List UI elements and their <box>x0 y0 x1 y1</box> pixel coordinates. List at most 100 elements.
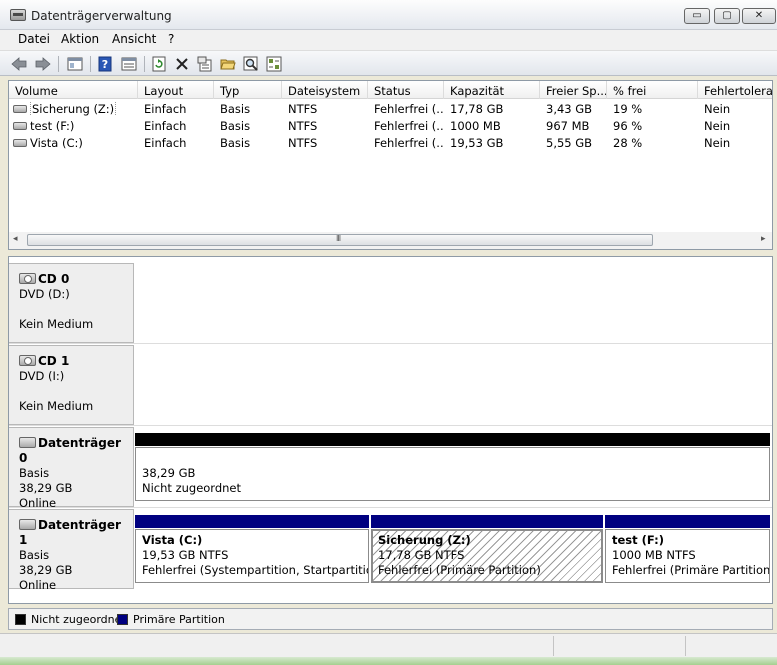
partition-test[interactable]: test (F:) 1000 MB NTFS Fehlerfrei (Primä… <box>605 509 770 589</box>
cell-layout: Einfach <box>144 136 187 150</box>
partition-size: 17,78 GB NTFS <box>378 548 465 562</box>
cell-typ: Basis <box>220 136 251 150</box>
table-row[interactable]: Sicherung (Z:) Einfach Basis NTFS Fehler… <box>9 101 772 118</box>
disk-cd0[interactable]: CD 0 DVD (D:) Kein Medium <box>9 263 772 343</box>
cell-fehlertoleranz: Nein <box>704 102 731 116</box>
refresh-icon[interactable] <box>150 55 168 73</box>
cell-prozent-frei: 96 % <box>613 119 643 133</box>
scroll-right-icon[interactable]: ▸ <box>761 234 766 244</box>
disk-cd1[interactable]: CD 1 DVD (I:) Kein Medium <box>9 345 772 425</box>
partition-body: 38,29 GB Nicht zugeordnet <box>135 447 770 501</box>
partition-body: test (F:) 1000 MB NTFS Fehlerfrei (Primä… <box>605 529 770 583</box>
cell-fehlertoleranz: Nein <box>704 136 731 150</box>
scroll-left-icon[interactable]: ◂ <box>13 234 18 244</box>
column-layout[interactable]: Layout <box>138 81 214 99</box>
disk-label[interactable]: CD 1 DVD (I:) Kein Medium <box>9 345 134 425</box>
console-tree-icon[interactable] <box>66 55 84 73</box>
menu-aktion[interactable]: Aktion <box>61 32 99 46</box>
help-icon[interactable]: ? <box>96 55 114 73</box>
partition-sicherung[interactable]: Sicherung (Z:) 17,78 GB NTFS Fehlerfrei … <box>371 509 603 589</box>
disk-1[interactable]: Datenträger 1 Basis 38,29 GB Online Vist… <box>9 509 772 592</box>
menu-datei[interactable]: Datei <box>18 32 50 46</box>
delete-icon[interactable] <box>173 55 191 73</box>
column-typ[interactable]: Typ <box>214 81 282 99</box>
cell-fehlertoleranz: Nein <box>704 119 731 133</box>
properties-icon[interactable] <box>196 55 214 73</box>
column-prozent-frei[interactable]: % frei <box>607 81 698 99</box>
cell-volume: Sicherung (Z:) <box>30 102 117 116</box>
cell-layout: Einfach <box>144 119 187 133</box>
cd-drive-icon <box>19 273 36 284</box>
cell-dateisystem: NTFS <box>288 136 318 150</box>
horizontal-scrollbar[interactable]: ◂ III ▸ <box>9 232 772 249</box>
column-volume[interactable]: Volume <box>9 81 138 99</box>
cell-kapazitaet: 1000 MB <box>450 119 501 133</box>
menu-help[interactable]: ? <box>168 32 174 46</box>
column-status[interactable]: Status <box>368 81 444 99</box>
partition-status: Fehlerfrei (Primäre Partition) <box>612 563 770 577</box>
partition-title <box>142 451 769 466</box>
volume-list: Volume Layout Typ Dateisystem Status Kap… <box>8 80 773 250</box>
volume-list-header: Volume Layout Typ Dateisystem Status Kap… <box>9 81 772 99</box>
disk-size: 38,29 GB <box>19 481 73 495</box>
disk-label[interactable]: Datenträger 0 Basis 38,29 GB Online <box>9 427 134 510</box>
forward-arrow-icon[interactable] <box>34 55 52 73</box>
cell-typ: Basis <box>220 102 251 116</box>
cell-freier-speicher: 3,43 GB <box>546 102 593 116</box>
disk-size <box>19 302 133 317</box>
partition-vista[interactable]: Vista (C:) 19,53 GB NTFS Fehlerfrei (Sys… <box>135 509 369 589</box>
cell-volume: Vista (C:) <box>30 136 83 150</box>
disk-size <box>19 384 133 399</box>
cell-typ: Basis <box>220 119 251 133</box>
disk-type: DVD (D:) <box>19 287 70 301</box>
disk-status: Kein Medium <box>19 317 94 331</box>
partition-title: test (F:) <box>612 533 664 547</box>
search-icon[interactable] <box>242 55 260 73</box>
open-folder-icon[interactable] <box>219 55 237 73</box>
disk-name: CD 0 <box>38 272 70 286</box>
partition-unallocated[interactable]: 38,29 GB Nicht zugeordnet <box>135 427 770 507</box>
cell-status: Fehlerfrei (... <box>374 102 444 116</box>
cell-freier-speicher: 967 MB <box>546 119 590 133</box>
cell-kapazitaet: 17,78 GB <box>450 102 504 116</box>
partition-bar <box>371 515 603 528</box>
disk-area[interactable] <box>135 263 772 343</box>
close-button[interactable]: ✕ <box>742 8 776 24</box>
back-arrow-icon[interactable] <box>10 55 28 73</box>
partition-bar <box>605 515 770 528</box>
cell-prozent-frei: 19 % <box>613 102 643 116</box>
column-fehlertoleranz[interactable]: Fehlertoleranz <box>698 81 772 99</box>
disk-area: 38,29 GB Nicht zugeordnet <box>135 427 772 507</box>
partition-status: Nicht zugeordnet <box>142 481 242 495</box>
disk-0[interactable]: Datenträger 0 Basis 38,29 GB Online 38,2… <box>9 427 772 510</box>
column-kapazitaet[interactable]: Kapazität <box>444 81 540 99</box>
disk-label[interactable]: CD 0 DVD (D:) Kein Medium <box>9 263 134 343</box>
cell-dateisystem: NTFS <box>288 119 318 133</box>
drive-icon <box>13 139 27 147</box>
scrollbar-thumb[interactable]: III <box>27 234 653 246</box>
hard-disk-icon <box>19 437 36 448</box>
table-row[interactable]: Vista (C:) Einfach Basis NTFS Fehlerfrei… <box>9 135 772 152</box>
disk-area[interactable] <box>135 345 772 425</box>
disk-area: Vista (C:) 19,53 GB NTFS Fehlerfrei (Sys… <box>135 509 772 589</box>
disk-label[interactable]: Datenträger 1 Basis 38,29 GB Online <box>9 509 134 592</box>
properties-view-icon[interactable] <box>120 55 138 73</box>
legend: Nicht zugeordnet Primäre Partition <box>8 608 773 630</box>
disk-type: Basis <box>19 466 50 480</box>
partition-title: Sicherung (Z:) <box>378 533 471 547</box>
partition-bar <box>135 515 369 528</box>
legend-swatch-primary <box>117 614 128 625</box>
menu-ansicht[interactable]: Ansicht <box>112 32 156 46</box>
minimize-button[interactable]: ▭ <box>684 8 710 24</box>
partition-status: Fehlerfrei (Primäre Partition) <box>378 563 541 577</box>
hard-disk-icon <box>19 519 36 530</box>
maximize-button[interactable]: ▢ <box>714 8 740 24</box>
disk-size: 38,29 GB <box>19 563 73 577</box>
cell-kapazitaet: 19,53 GB <box>450 136 504 150</box>
table-row[interactable]: test (F:) Einfach Basis NTFS Fehlerfrei … <box>9 118 772 135</box>
column-freier-speicher[interactable]: Freier Sp... <box>540 81 607 99</box>
legend-label-primary: Primäre Partition <box>133 613 225 626</box>
column-dateisystem[interactable]: Dateisystem <box>282 81 368 99</box>
disk-management-icon <box>10 9 26 21</box>
settings-icon[interactable] <box>265 55 283 73</box>
